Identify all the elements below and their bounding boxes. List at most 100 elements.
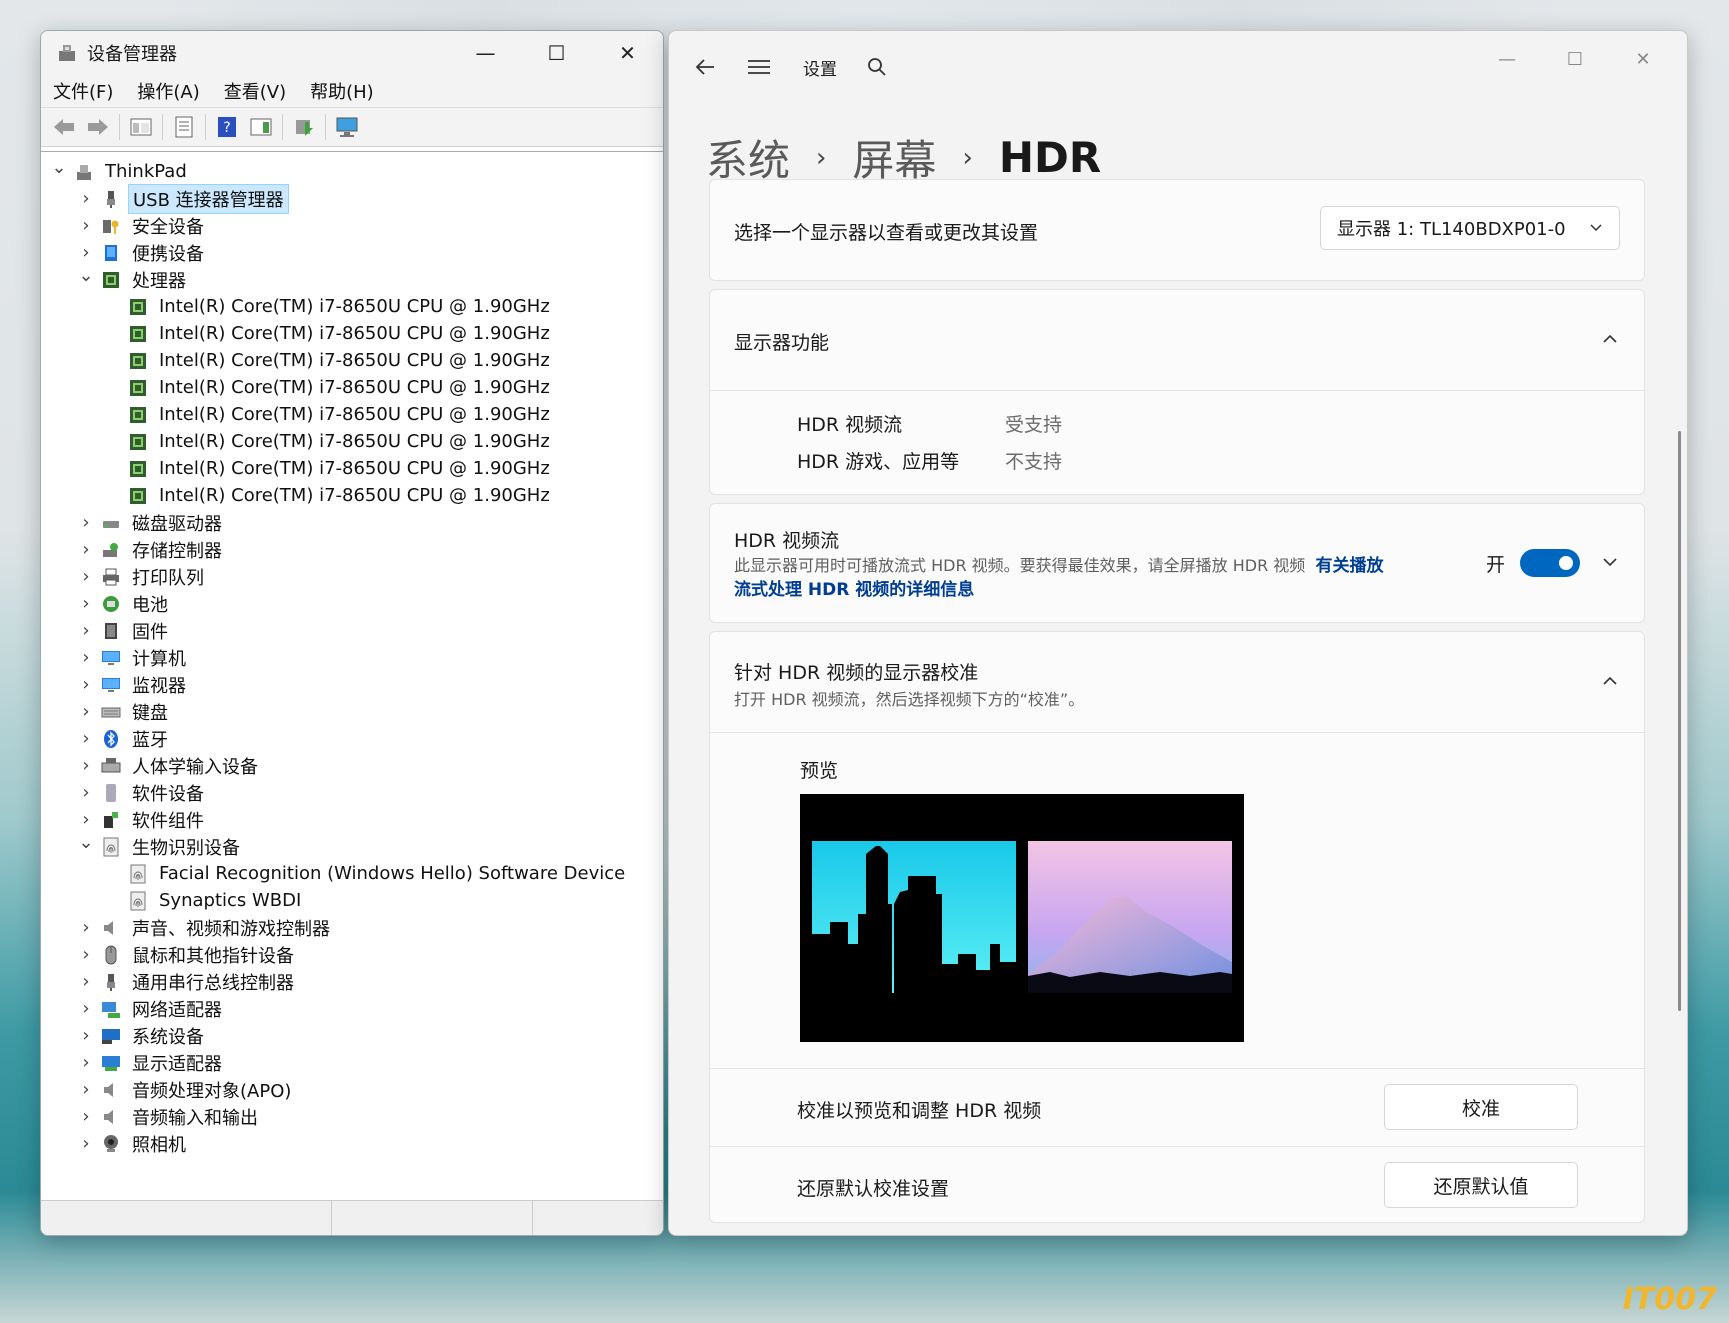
portable-device-icon (100, 242, 122, 264)
chevron-down-icon[interactable]: ⌄ (51, 157, 67, 178)
chevron-right-icon[interactable]: › (78, 944, 94, 965)
tree-node[interactable]: › 照相机 (41, 1130, 663, 1157)
tree-node[interactable]: › 软件组件 (41, 806, 663, 833)
tree-node[interactable]: Intel(R) Core(TM) i7-8650U CPU @ 1.90GHz (41, 293, 663, 320)
chevron-right-icon[interactable]: › (78, 512, 94, 533)
menu-view[interactable]: 查看(V) (212, 78, 298, 104)
tree-node[interactable]: Intel(R) Core(TM) i7-8650U CPU @ 1.90GHz (41, 482, 663, 509)
capabilities-header[interactable]: 显示器功能 (710, 290, 1644, 390)
tree-node[interactable]: ⌄ 处理器 (41, 265, 663, 293)
tree-node[interactable]: › 安全设备 (41, 212, 663, 239)
chevron-down-icon[interactable]: ⌄ (78, 832, 94, 853)
chevron-right-icon[interactable]: › (78, 242, 94, 263)
help-icon[interactable]: ? (212, 112, 242, 142)
chevron-right-icon[interactable]: › (78, 971, 94, 992)
hdr-stream-link-part1[interactable]: 有关播放 (1315, 556, 1383, 576)
tree-node[interactable]: › 系统设备 (41, 1022, 663, 1049)
chevron-right-icon[interactable]: › (78, 593, 94, 614)
chevron-right-icon[interactable]: › (78, 647, 94, 668)
tree-node[interactable]: › 监视器 (41, 671, 663, 698)
tree-node[interactable]: › 显示适配器 (41, 1049, 663, 1076)
scrollbar[interactable] (1678, 431, 1681, 1011)
tree-node[interactable]: › 固件 (41, 617, 663, 644)
calibrate-button[interactable]: 校准 (1384, 1084, 1578, 1130)
tree-node[interactable]: › 打印队列 (41, 563, 663, 590)
chevron-right-icon[interactable]: › (78, 1052, 94, 1073)
menu-file[interactable]: 文件(F) (41, 78, 125, 104)
chevron-right-icon[interactable]: › (78, 215, 94, 236)
back-arrow-icon[interactable] (691, 53, 719, 81)
tree-node[interactable]: Intel(R) Core(TM) i7-8650U CPU @ 1.90GHz (41, 320, 663, 347)
chevron-down-icon[interactable] (1602, 557, 1618, 567)
chevron-right-icon[interactable]: › (78, 620, 94, 641)
chevron-right-icon[interactable]: › (78, 917, 94, 938)
tree-node[interactable]: › 音频输入和输出 (41, 1103, 663, 1130)
hdr-stream-toggle[interactable] (1520, 549, 1580, 577)
scan-hardware-icon[interactable] (332, 112, 362, 142)
minimize-button[interactable]: — (450, 31, 521, 75)
tree-node[interactable]: › 便携设备 (41, 239, 663, 266)
tree-node[interactable]: Facial Recognition (Windows Hello) Softw… (41, 860, 663, 887)
maximize-button[interactable]: ☐ (521, 31, 592, 75)
page-title: HDR (998, 133, 1102, 182)
chevron-right-icon[interactable]: › (78, 674, 94, 695)
tree-node[interactable]: › 网络适配器 (41, 995, 663, 1022)
tree-node[interactable]: Intel(R) Core(TM) i7-8650U CPU @ 1.90GHz (41, 347, 663, 374)
maximize-button[interactable]: ☐ (1541, 43, 1609, 75)
chevron-right-icon[interactable]: › (78, 728, 94, 749)
tree-node[interactable]: › 键盘 (41, 698, 663, 725)
tree-node[interactable]: › 通用串行总线控制器 (41, 968, 663, 995)
chevron-right-icon[interactable]: › (78, 998, 94, 1019)
reset-defaults-button[interactable]: 还原默认值 (1384, 1162, 1578, 1208)
menu-action[interactable]: 操作(A) (125, 78, 211, 104)
chevron-right-icon[interactable]: › (78, 809, 94, 830)
tree-node[interactable]: › 计算机 (41, 644, 663, 671)
tree-node[interactable]: › 存储控制器 (41, 536, 663, 563)
chevron-right-icon[interactable]: › (78, 755, 94, 776)
chevron-down-icon[interactable]: ⌄ (78, 265, 94, 286)
show-hide-tree-icon[interactable] (126, 112, 156, 142)
tree-node[interactable]: Intel(R) Core(TM) i7-8650U CPU @ 1.90GHz (41, 401, 663, 428)
tree-node[interactable]: ⌄ 生物识别设备 (41, 832, 663, 860)
tree-node[interactable]: Intel(R) Core(TM) i7-8650U CPU @ 1.90GHz (41, 455, 663, 482)
tree-node[interactable]: Intel(R) Core(TM) i7-8650U CPU @ 1.90GHz (41, 428, 663, 455)
close-button[interactable]: ✕ (592, 31, 663, 75)
chevron-right-icon[interactable]: › (78, 701, 94, 722)
chevron-right-icon[interactable]: › (78, 782, 94, 803)
chevron-right-icon[interactable]: › (78, 188, 94, 209)
tree-node[interactable]: › 声音、视频和游戏控制器 (41, 914, 663, 941)
search-icon[interactable] (865, 55, 889, 79)
forward-arrow-icon[interactable] (83, 112, 113, 142)
menu-help[interactable]: 帮助(H) (298, 78, 386, 104)
tree-node[interactable]: › 音频处理对象(APO) (41, 1076, 663, 1103)
properties-icon[interactable] (169, 112, 199, 142)
menu-hamburger-icon[interactable] (745, 53, 773, 81)
tree-node[interactable]: › 电池 (41, 590, 663, 617)
preview-label: 预览 (800, 760, 839, 782)
tree-node[interactable]: › 蓝牙 (41, 725, 663, 752)
toolbar-separator (205, 114, 206, 140)
chevron-right-icon[interactable]: › (78, 566, 94, 587)
chevron-right-icon[interactable]: › (78, 539, 94, 560)
tree-node[interactable]: › 软件设备 (41, 779, 663, 806)
tree-node[interactable]: › 鼠标和其他指针设备 (41, 941, 663, 968)
tree-node[interactable]: Synaptics WBDI (41, 887, 663, 914)
minimize-button[interactable]: — (1473, 43, 1541, 75)
chevron-right-icon[interactable]: › (78, 1133, 94, 1154)
back-arrow-icon[interactable] (49, 112, 79, 142)
close-button[interactable]: ✕ (1609, 43, 1677, 75)
tree-node[interactable]: Intel(R) Core(TM) i7-8650U CPU @ 1.90GHz (41, 374, 663, 401)
calibration-header[interactable]: 针对 HDR 视频的显示器校准 打开 HDR 视频流，然后选择视频下方的“校准”… (710, 632, 1644, 732)
chevron-right-icon[interactable]: › (78, 1025, 94, 1046)
tree-node[interactable]: › 磁盘驱动器 (41, 509, 663, 536)
action-pane-icon[interactable] (246, 112, 276, 142)
tree-node[interactable]: › USB 连接器管理器 (41, 183, 663, 214)
update-driver-icon[interactable] (289, 112, 319, 142)
hdr-stream-link-part2[interactable]: 流式处理 HDR 视频的详细信息 (734, 580, 974, 600)
chevron-right-icon[interactable]: › (78, 1106, 94, 1127)
display-select[interactable]: 显示器 1: TL140BDXP01-0 (1320, 206, 1620, 250)
chevron-right-icon[interactable]: › (78, 1079, 94, 1100)
monitor-icon (100, 647, 122, 669)
tree-node[interactable]: ⌄ ThinkPad (41, 157, 663, 185)
tree-node[interactable]: › 人体学输入设备 (41, 752, 663, 779)
